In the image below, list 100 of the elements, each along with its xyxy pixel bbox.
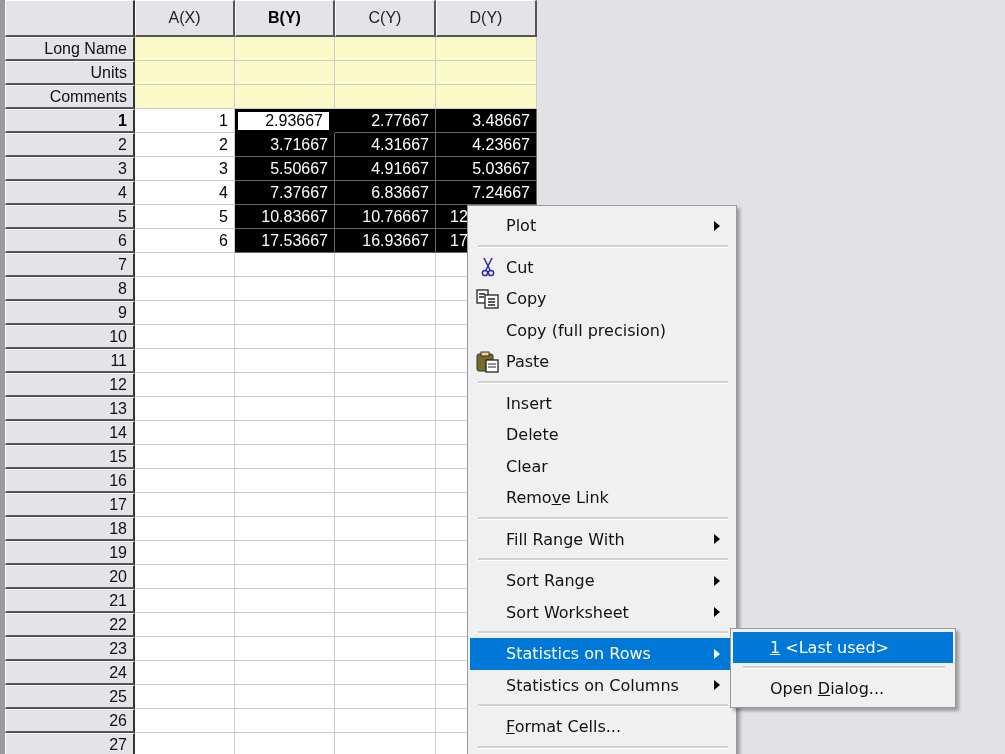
row-header[interactable]: 21 (5, 589, 135, 613)
row-header[interactable]: 25 (5, 685, 135, 709)
row-header[interactable]: 15 (5, 445, 135, 469)
table-cell[interactable] (135, 301, 235, 325)
table-cell[interactable]: 7.37667 (235, 181, 335, 205)
row-header[interactable]: 4 (5, 181, 135, 205)
table-cell[interactable] (235, 421, 335, 445)
table-cell[interactable] (235, 517, 335, 541)
table-cell[interactable] (135, 349, 235, 373)
menu-item[interactable]: Sort Range (470, 565, 734, 597)
row-header[interactable]: 26 (5, 709, 135, 733)
menu-item[interactable]: Remove Link (470, 482, 734, 514)
table-cell[interactable]: 2.93667 (235, 109, 335, 133)
row-header[interactable]: 2 (5, 133, 135, 157)
table-cell[interactable] (235, 397, 335, 421)
table-cell[interactable] (335, 589, 436, 613)
table-cell[interactable] (235, 637, 335, 661)
row-header[interactable]: 7 (5, 253, 135, 277)
menu-item[interactable]: 1 <Last used> (733, 632, 953, 663)
menu-item[interactable]: Fill Range With (470, 523, 734, 555)
row-header[interactable]: 11 (5, 349, 135, 373)
table-cell[interactable]: 4 (135, 181, 235, 205)
table-cell[interactable] (135, 85, 235, 109)
row-header[interactable]: 17 (5, 493, 135, 517)
table-cell[interactable]: 17.53667 (235, 229, 335, 253)
table-cell[interactable]: 10.76667 (335, 205, 436, 229)
table-cell[interactable]: 3 (135, 157, 235, 181)
column-header[interactable]: D(Y) (436, 0, 537, 37)
table-cell[interactable] (235, 661, 335, 685)
table-cell[interactable] (235, 565, 335, 589)
table-cell[interactable] (235, 709, 335, 733)
table-cell[interactable] (235, 469, 335, 493)
table-cell[interactable] (135, 397, 235, 421)
table-cell[interactable] (335, 565, 436, 589)
row-header[interactable]: 9 (5, 301, 135, 325)
table-cell[interactable] (135, 253, 235, 277)
table-cell[interactable] (135, 613, 235, 637)
table-cell[interactable] (335, 469, 436, 493)
table-cell[interactable]: 4.31667 (335, 133, 436, 157)
table-cell[interactable] (135, 325, 235, 349)
table-cell[interactable]: 3.48667 (436, 109, 537, 133)
row-header[interactable]: 10 (5, 325, 135, 349)
table-cell[interactable] (135, 469, 235, 493)
table-cell[interactable]: 5 (135, 205, 235, 229)
table-cell[interactable] (235, 61, 335, 85)
table-cell[interactable] (235, 493, 335, 517)
table-cell[interactable] (135, 421, 235, 445)
table-cell[interactable] (235, 277, 335, 301)
table-cell[interactable] (335, 493, 436, 517)
table-cell[interactable] (235, 301, 335, 325)
table-cell[interactable] (335, 637, 436, 661)
table-cell[interactable] (235, 373, 335, 397)
menu-item[interactable]: Paste (470, 346, 734, 378)
table-cell[interactable]: 16.93667 (335, 229, 436, 253)
table-cell[interactable] (235, 613, 335, 637)
table-cell[interactable] (436, 61, 537, 85)
row-header[interactable]: 27 (5, 733, 135, 754)
row-header[interactable]: 23 (5, 637, 135, 661)
menu-item[interactable]: Open Dialog... (733, 673, 953, 704)
table-cell[interactable] (235, 349, 335, 373)
table-cell[interactable] (335, 325, 436, 349)
table-cell[interactable]: 1 (135, 109, 235, 133)
row-header[interactable]: 14 (5, 421, 135, 445)
table-cell[interactable] (436, 37, 537, 61)
table-cell[interactable] (135, 493, 235, 517)
table-cell[interactable] (335, 349, 436, 373)
row-header[interactable]: 8 (5, 277, 135, 301)
table-cell[interactable] (135, 685, 235, 709)
table-cell[interactable] (335, 85, 436, 109)
row-header[interactable]: 5 (5, 205, 135, 229)
table-cell[interactable]: 6 (135, 229, 235, 253)
table-cell[interactable]: 7.24667 (436, 181, 537, 205)
table-cell[interactable] (235, 541, 335, 565)
menu-item[interactable]: Copy (full precision) (470, 314, 734, 346)
row-header[interactable]: 20 (5, 565, 135, 589)
row-header[interactable]: 12 (5, 373, 135, 397)
table-cell[interactable] (235, 37, 335, 61)
table-cell[interactable] (335, 37, 436, 61)
table-cell[interactable] (235, 85, 335, 109)
corner-cell[interactable] (5, 0, 135, 37)
table-cell[interactable] (335, 277, 436, 301)
table-cell[interactable]: 3.71667 (235, 133, 335, 157)
table-cell[interactable] (335, 373, 436, 397)
table-cell[interactable] (335, 517, 436, 541)
row-header[interactable]: 18 (5, 517, 135, 541)
table-cell[interactable] (135, 445, 235, 469)
table-cell[interactable] (335, 421, 436, 445)
table-cell[interactable] (135, 37, 235, 61)
table-cell[interactable] (335, 253, 436, 277)
table-cell[interactable] (335, 397, 436, 421)
row-header[interactable]: 13 (5, 397, 135, 421)
table-cell[interactable] (135, 517, 235, 541)
table-cell[interactable] (335, 661, 436, 685)
table-cell[interactable] (135, 277, 235, 301)
table-cell[interactable] (235, 589, 335, 613)
row-header[interactable]: 22 (5, 613, 135, 637)
table-cell[interactable]: 2.77667 (335, 109, 436, 133)
table-cell[interactable]: 6.83667 (335, 181, 436, 205)
table-cell[interactable]: 2 (135, 133, 235, 157)
column-header[interactable]: A(X) (135, 0, 235, 37)
